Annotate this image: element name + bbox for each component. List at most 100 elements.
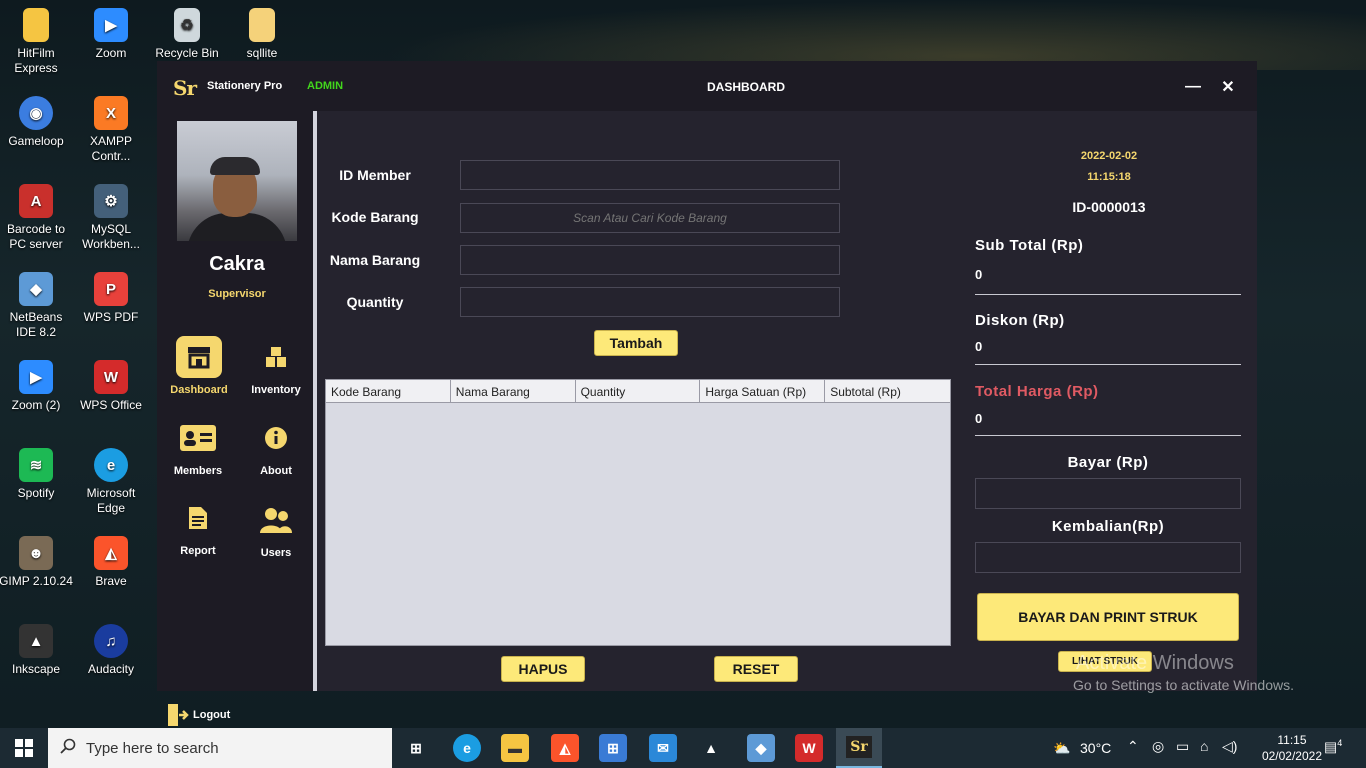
subtotal-value: 0 xyxy=(975,267,983,282)
nama-barang-label: Nama Barang xyxy=(329,252,421,268)
desktop-icon-wpsoffice[interactable]: W WPS Office xyxy=(73,360,149,413)
desktop-icon-zoom[interactable]: ▶ Zoom xyxy=(73,8,149,61)
nav-inventory[interactable]: Inventory xyxy=(241,336,311,396)
inkscape-icon[interactable]: ▲ xyxy=(697,734,725,762)
wps-icon: W xyxy=(94,360,128,394)
desktop-icon-edge[interactable]: e Microsoft Edge xyxy=(73,448,149,516)
nav-dashboard[interactable]: Dashboard xyxy=(164,336,234,396)
desktop-icon-label: Inkscape xyxy=(11,662,61,676)
nav-label: Users xyxy=(260,547,292,559)
desktop-icon-zoom2[interactable]: ▶ Zoom (2) xyxy=(0,360,74,413)
logout-button[interactable]: Logout xyxy=(167,703,230,727)
gameloop-icon: ◉ xyxy=(19,96,53,130)
column-header[interactable]: Quantity xyxy=(576,380,701,403)
desktop-icon-barcode[interactable]: A Barcode to PC server xyxy=(0,184,74,252)
task-view-icon[interactable]: ⊞ xyxy=(402,734,430,762)
store-icon[interactable]: ⊞ xyxy=(599,734,627,762)
brave-icon: ◭ xyxy=(94,536,128,570)
tambah-button[interactable]: Tambah xyxy=(594,330,678,356)
divider xyxy=(975,294,1241,295)
total-label: Total Harga (Rp) xyxy=(975,383,1099,400)
id-member-input[interactable] xyxy=(460,160,840,190)
info-icon xyxy=(253,417,299,459)
user-name: Cakra xyxy=(209,253,265,275)
start-button[interactable] xyxy=(0,728,48,768)
battery-icon[interactable]: ▭ xyxy=(1176,738,1189,755)
chevron-up-icon[interactable]: ⌃ xyxy=(1127,738,1139,755)
transaction-id: ID-0000013 xyxy=(1072,199,1146,215)
notifications-icon[interactable]: ▤4 xyxy=(1324,738,1342,756)
wifi-icon[interactable]: ⌂ xyxy=(1200,738,1208,754)
desktop-icon-inkscape[interactable]: ▲ Inkscape xyxy=(0,624,74,677)
nav-users[interactable]: Users xyxy=(241,499,311,559)
pdf-icon: P xyxy=(94,272,128,306)
current-time: 11:15:18 xyxy=(1087,171,1131,183)
current-date: 2022-02-02 xyxy=(1080,150,1138,162)
desktop-icon-label: Zoom (2) xyxy=(11,398,61,412)
taskbar-clock[interactable]: 11:15 02/02/2022 xyxy=(1262,732,1322,764)
total-value: 0 xyxy=(975,411,983,426)
nav-report[interactable]: Report xyxy=(163,497,233,557)
hapus-button[interactable]: HAPUS xyxy=(501,656,585,682)
network-icon[interactable]: ◎ xyxy=(1152,738,1164,755)
notification-count: 4 xyxy=(1337,738,1343,748)
desktop-icon-spotify[interactable]: ≋ Spotify xyxy=(0,448,74,501)
desktop-icon-label: GIMP 2.10.24 xyxy=(0,574,73,588)
cart-table[interactable]: Kode Barang Nama Barang Quantity Harga S… xyxy=(325,379,951,646)
search-placeholder: Type here to search xyxy=(86,739,219,757)
desktop-icon-hitfilm[interactable]: HitFilm Express xyxy=(0,8,74,76)
bayar-input[interactable] xyxy=(975,478,1241,509)
desktop-icon-mysql[interactable]: ⚙ MySQL Workben... xyxy=(73,184,149,252)
desktop-icon-label: Barcode to PC server xyxy=(6,222,66,251)
column-header[interactable]: Subtotal (Rp) xyxy=(825,380,950,403)
desktop-icon-brave[interactable]: ◭ Brave xyxy=(73,536,149,589)
windows-icon xyxy=(15,739,33,757)
desktop-icon-audacity[interactable]: ♫ Audacity xyxy=(73,624,149,677)
divider xyxy=(975,435,1241,436)
desktop-icon-gameloop[interactable]: ◉ Gameloop xyxy=(0,96,74,149)
sidebar: Cakra Supervisor Dashboard Inventory Mem… xyxy=(157,111,313,726)
app-logo: Sr xyxy=(173,76,197,100)
nav-members[interactable]: Members xyxy=(163,417,233,477)
close-button[interactable]: ✕ xyxy=(1216,75,1240,99)
kode-barang-input[interactable] xyxy=(460,203,840,233)
desktop-icon-recycle-bin[interactable]: ♻ Recycle Bin xyxy=(149,8,225,61)
desktop-icon-xampp[interactable]: X XAMPP Contr... xyxy=(73,96,149,164)
nav-about[interactable]: About xyxy=(241,417,311,477)
desktop-icon-label: Spotify xyxy=(17,486,55,500)
bayar-print-button[interactable]: BAYAR DAN PRINT STRUK xyxy=(977,593,1239,641)
weather-temp[interactable]: 30°C xyxy=(1080,740,1111,756)
brave-icon[interactable]: ◭ xyxy=(551,734,579,762)
minimize-button[interactable]: — xyxy=(1181,75,1205,99)
user-role: Supervisor xyxy=(208,288,266,300)
desktop-icon-label: WPS Office xyxy=(80,398,142,412)
desktop-icon-label: sqllite xyxy=(246,46,278,60)
desktop-icon-gimp[interactable]: ☻ GIMP 2.10.24 xyxy=(0,536,74,589)
nama-barang-input[interactable] xyxy=(460,245,840,275)
reset-button[interactable]: RESET xyxy=(714,656,798,682)
column-header[interactable]: Nama Barang xyxy=(451,380,576,403)
column-header[interactable]: Harga Satuan (Rp) xyxy=(700,380,826,403)
desktop-icon-sqllite[interactable]: sqllite xyxy=(224,8,300,61)
weather-icon[interactable]: ⛅ xyxy=(1048,734,1076,762)
column-header[interactable]: Kode Barang xyxy=(326,380,451,403)
desktop-icon-label: Microsoft Edge xyxy=(86,486,136,515)
wps-icon[interactable]: W xyxy=(795,734,823,762)
edge-icon: e xyxy=(94,448,128,482)
mail-icon[interactable]: ✉ xyxy=(649,734,677,762)
logout-label: Logout xyxy=(193,709,231,721)
title-bar: Sr Stationery Pro ADMIN DASHBOARD — ✕ xyxy=(157,61,1257,111)
taskbar-search[interactable]: Type here to search xyxy=(48,728,392,768)
kembalian-input[interactable] xyxy=(975,542,1241,573)
desktop-icon-wpspdf[interactable]: P WPS PDF xyxy=(73,272,149,325)
volume-icon[interactable]: ◁) xyxy=(1222,738,1237,755)
file-explorer-icon[interactable]: ▬ xyxy=(501,734,529,762)
netbeans-icon[interactable]: ◆ xyxy=(747,734,775,762)
quantity-input[interactable] xyxy=(460,287,840,317)
edge-icon[interactable]: e xyxy=(453,734,481,762)
desktop-icon-label: MySQL Workben... xyxy=(82,222,140,251)
desktop-icon-label: Zoom xyxy=(95,46,127,60)
stationery-pro-icon[interactable]: Sr xyxy=(836,728,882,768)
desktop-background xyxy=(380,0,1366,70)
desktop-icon-netbeans[interactable]: ◆ NetBeans IDE 8.2 xyxy=(0,272,74,340)
